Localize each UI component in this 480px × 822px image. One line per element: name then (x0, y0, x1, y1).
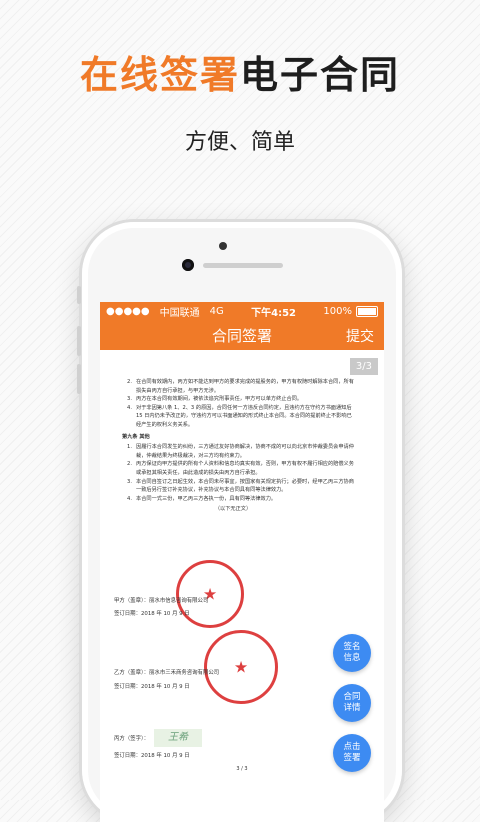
clause-text: 丙方在本合同有效期间，被依法追究刑事责任，甲方可以单方终止合同。 (136, 396, 303, 403)
clause-item: 3. 本合同自签订之日起生效，本合同未尽事宜，按国家有关规定执行；必要时，经甲乙丙… (112, 478, 354, 495)
battery-percent: 100% (323, 305, 352, 317)
page-indicator: 3/3 (349, 358, 378, 375)
status-time: 下午4:52 (251, 307, 297, 319)
subline: 方便、简单 (184, 130, 295, 155)
clause-number: 3. (127, 478, 132, 485)
front-camera-icon (182, 259, 194, 271)
clause-item: 4. 对于非因第八条 1、2、3 的原因，合同任何一方违反合同约定，且违约方在守约… (112, 404, 354, 430)
handwritten-signature[interactable]: 王希 (154, 729, 202, 747)
end-note: （以下无正文） (214, 506, 252, 513)
clause-item: 1. 因履行本合同发生的纠纷，三方通过友好协商解决，协商不成的可以向北京市仲裁委员… (112, 443, 354, 460)
app-screen: ●●●●● 中国联通 4G 下午4:52 100% 合同签署 提交 3/3 2.… (100, 302, 384, 822)
clause-item: 2. 在合同有效期内，丙方如不能达到甲方的要求完成的提股务的，甲方有权随时解除本合… (112, 378, 354, 395)
status-bar: ●●●●● 中国联通 4G 下午4:52 100% (100, 302, 384, 320)
clause-text: 对于非因第八条 1、2、3 的原因，合同任何一方违反合同约定，且违约方在守约方书… (136, 404, 352, 428)
phone-frame: ●●●●● 中国联通 4G 下午4:52 100% 合同签署 提交 3/3 2.… (77, 222, 402, 822)
company-seal-b: ★ (204, 630, 278, 704)
phone-side-button (77, 286, 81, 304)
party-c-date: 签订日期：2018 年 10 月 9 日 (114, 753, 190, 759)
clause-number: 1. (127, 444, 132, 451)
phone-earpiece (203, 263, 283, 268)
party-a-label: 甲方（盖章）：丽水市信息咨询有限公司 (114, 598, 209, 604)
clause-item: 4. 本合同一式三份，甲乙丙三方各执一份，具有同等法律效力。 (112, 495, 354, 504)
phone-sensor-icon (219, 242, 227, 250)
clause-text: 本合同自签订之日起生效，本合同未尽事宜，按国家有关规定执行；必要时，经甲乙丙三方… (136, 478, 354, 494)
clause-text: 本合同一式三份，甲乙丙三方各执一份，具有同等法律效力。 (136, 495, 277, 502)
nav-bar: 合同签署 提交 (100, 320, 384, 350)
clauses-top: 2. 在合同有效期内，丙方如不能达到甲方的要求完成的提股务的，甲方有权随时解除本合… (112, 378, 354, 430)
contract-detail-button[interactable]: 合同 详情 (333, 684, 371, 722)
clause-text: 在合同有效期内，丙方如不能达到甲方的要求完成的提股务的，甲方有权随时解除本合同，… (136, 379, 354, 394)
page-title: 合同签署 (211, 326, 272, 345)
carrier-name: 中国联通 (159, 307, 200, 319)
company-seal-a: ★ (176, 560, 244, 628)
battery-icon (355, 305, 378, 317)
seal-star-icon: ★ (233, 657, 249, 677)
clause-number: 2. (127, 379, 132, 385)
clause-item: 3. 丙方在本合同有效期间，被依法追究刑事责任，甲方可以单方终止合同。 (112, 395, 354, 404)
headline-orange: 在线签署 (79, 53, 240, 97)
sign-info-button[interactable]: 签名 信息 (333, 634, 371, 672)
contract-document[interactable]: 2. 在合同有效期内，丙方如不能达到甲方的要求完成的提股务的，甲方有权随时解除本合… (112, 378, 354, 514)
headline-dark: 电子合同 (240, 53, 401, 97)
headline: 在线签署电子合同 (0, 44, 480, 99)
clause-number: 4. (127, 495, 132, 502)
party-b-label: 乙方（盖章）：丽水市三禾商务咨询有限公司 (114, 670, 220, 676)
phone-volume-down (77, 364, 81, 394)
party-a-date: 签订日期：2018 年 10 月 9 日 (114, 611, 190, 617)
party-c-label: 丙方（签字）： (114, 736, 150, 742)
signal-icon: ●●●●● (106, 305, 150, 317)
submit-button[interactable]: 提交 (346, 326, 374, 346)
clause-item: 2. 丙方保证向甲方提供的所有个人资料和信息均真实有效，否则，甲方有权不履行相应的… (112, 460, 354, 477)
clause-number: 2. (127, 461, 132, 468)
section-title: 第九条 其他 (122, 433, 150, 440)
phone-volume-up (77, 326, 81, 356)
clause-number: 4. (127, 404, 132, 411)
clause-text: 因履行本合同发生的纠纷，三方通过友好协商解决，协商不成的可以向北京市仲裁委员会申… (136, 444, 354, 459)
network-type: 4G (209, 305, 224, 317)
party-b-date: 签订日期：2018 年 10 月 9 日 (114, 684, 190, 690)
clauses-bottom: 1. 因履行本合同发生的纠纷，三方通过友好协商解决，协商不成的可以向北京市仲裁委员… (112, 443, 354, 503)
click-sign-button[interactable]: 点击 签署 (333, 734, 371, 772)
clause-text: 丙方保证向甲方提供的所有个人资料和信息均真实有效，否则，甲方有权不履行相应的赔偿… (136, 461, 354, 476)
clause-number: 3. (127, 396, 132, 403)
